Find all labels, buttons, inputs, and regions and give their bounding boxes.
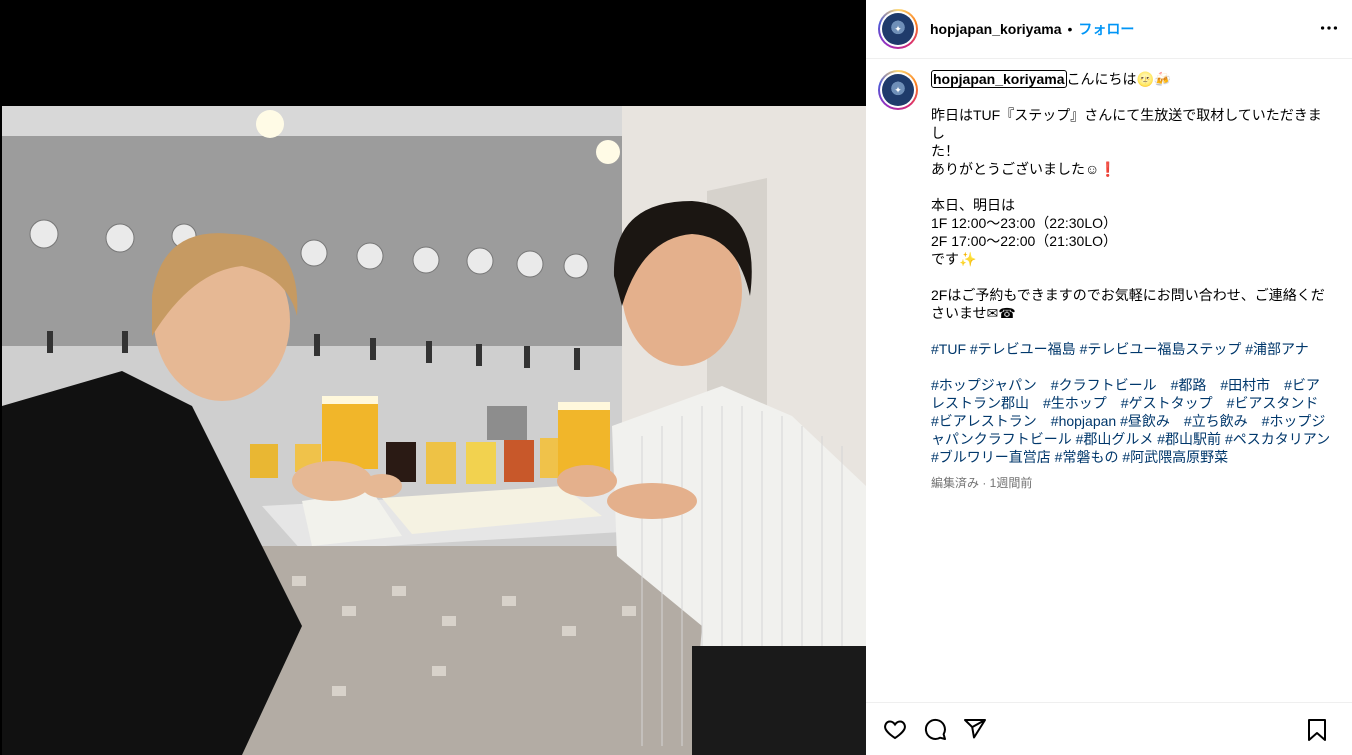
caption-line: 2Fはご予約もできますのでお気軽にお問い合わせ、ご連絡くだ bbox=[931, 287, 1325, 303]
brand-logo-icon: ✦ bbox=[882, 74, 914, 106]
follow-button[interactable]: フォロー bbox=[1078, 19, 1134, 39]
post-actions bbox=[866, 702, 1352, 755]
comment-button[interactable] bbox=[922, 716, 948, 742]
caption-line: ありがとうございました☺❗ bbox=[931, 161, 1117, 177]
brand-logo-icon: ✦ bbox=[882, 13, 914, 45]
caption-line: 本日、明日は bbox=[931, 197, 1015, 213]
share-button[interactable] bbox=[962, 716, 988, 742]
caption-line: 2F 17:00〜22:00（21:30LO） bbox=[931, 233, 1118, 249]
post-side-panel: ✦ hopjapan_koriyama • フォロー ✦ hopjapan_ko… bbox=[866, 0, 1352, 755]
caption-line: さいませ✉☎ bbox=[931, 305, 1016, 321]
caption-greeting: こんにちは🌝🍻 bbox=[1066, 71, 1172, 87]
caption-avatar[interactable]: ✦ bbox=[878, 70, 918, 110]
more-options-icon[interactable] bbox=[1318, 17, 1340, 44]
caption-line: です✨ bbox=[931, 251, 977, 267]
post-caption: ✦ hopjapan_koriyama こんにちは🌝🍻 昨日はTUF『ステップ』さ… bbox=[878, 70, 1348, 492]
caption-line: 1F 12:00〜23:00（22:30LO） bbox=[931, 215, 1118, 231]
hashtags-line[interactable]: #TUF #テレビユー福島 #テレビユー福島ステップ #浦部アナ bbox=[931, 340, 1335, 358]
save-button[interactable] bbox=[1304, 717, 1330, 743]
post-edited-time: 編集済み · 1週間前 bbox=[931, 476, 1033, 490]
share-icon bbox=[964, 719, 986, 739]
post-media[interactable] bbox=[0, 0, 866, 755]
media-letterbox bbox=[0, 0, 866, 106]
profile-avatar[interactable]: ✦ bbox=[878, 9, 918, 49]
post-header: ✦ hopjapan_koriyama • フォロー bbox=[866, 0, 1352, 59]
like-button[interactable] bbox=[882, 716, 908, 742]
post-author-username[interactable]: hopjapan_koriyama bbox=[930, 21, 1062, 37]
caption-username-link[interactable]: hopjapan_koriyama bbox=[931, 70, 1067, 88]
bookmark-icon bbox=[1308, 719, 1326, 741]
heart-icon bbox=[884, 720, 906, 740]
caption-line: た！ bbox=[931, 143, 959, 159]
caption-line: 昨日はTUF『ステップ』さんにて生放送で取材していただきまし bbox=[931, 107, 1322, 141]
post-photo[interactable] bbox=[2, 106, 866, 755]
separator-dot: • bbox=[1067, 21, 1073, 37]
hashtags-block[interactable]: #ホップジャパン #クラフトビール #都路 #田村市 #ビア レストラン郡山 #… bbox=[931, 376, 1335, 466]
caption-body: hopjapan_koriyama こんにちは🌝🍻 昨日はTUF『ステップ』さんに… bbox=[931, 70, 1335, 492]
comment-icon bbox=[924, 718, 946, 740]
